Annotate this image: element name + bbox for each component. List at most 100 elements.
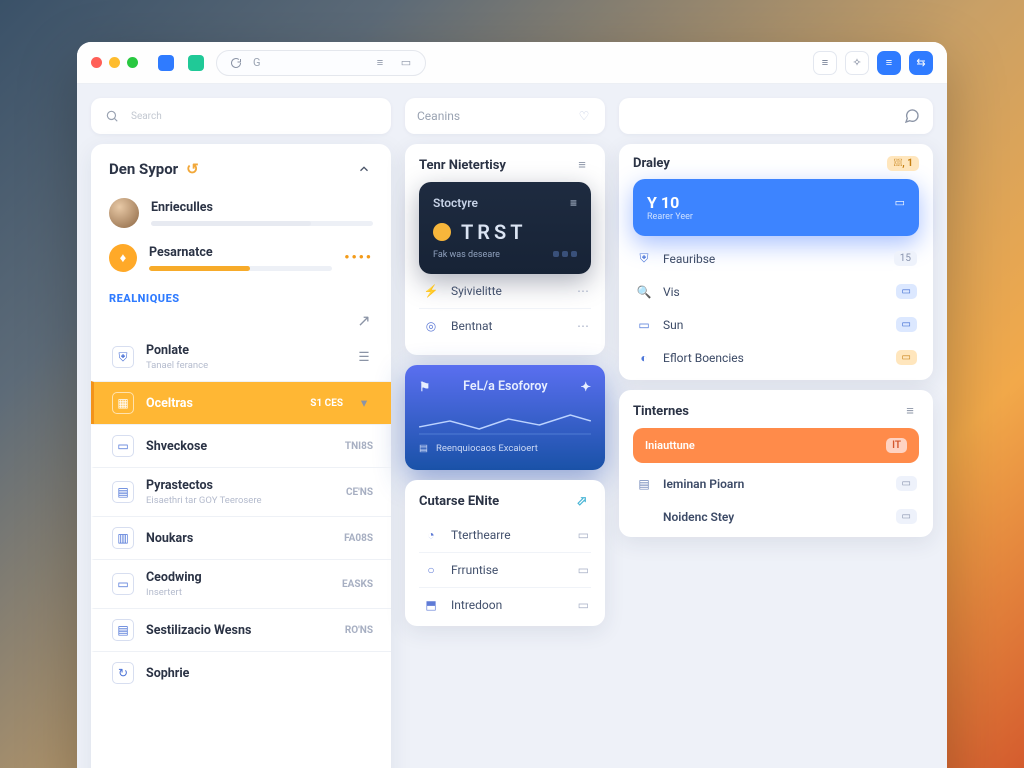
bottomcard-title: Tinternes	[633, 404, 689, 419]
right-list-row-0[interactable]: ⛨Feauribse15	[633, 242, 919, 275]
center-card1-title: Tenr Nietertisy	[419, 158, 506, 173]
center-search-placeholder: Ceanins	[417, 109, 460, 123]
nav-item-1[interactable]: ▦OceltrasS1 CES▾	[91, 381, 391, 424]
panel-title: Den Sypor	[109, 160, 178, 178]
traffic-lights	[91, 57, 138, 68]
toolbar-btn-2[interactable]: ✧	[845, 51, 869, 75]
row-label: Bentnat	[451, 319, 492, 333]
nav-icon: ▤	[112, 619, 134, 641]
bottomcard-menu-icon[interactable]: ≡	[901, 402, 919, 420]
nav-meta: RO'NS	[345, 625, 373, 636]
avatar	[109, 198, 139, 228]
close-dot[interactable]	[91, 57, 102, 68]
nav-meta: EASKS	[342, 579, 373, 590]
profile-row-2[interactable]: ♦ Pesarnatce ••••	[91, 236, 391, 280]
center-search[interactable]: Ceanins ♡	[405, 98, 605, 134]
nav-title: Oceltras	[146, 396, 298, 411]
row-icon: ▭	[635, 318, 653, 332]
row-end-icon: ▭	[578, 598, 589, 612]
menu-icon[interactable]: ≡	[371, 54, 389, 72]
nav-sub: Eisaethri tar GOY Teerosere	[146, 495, 334, 506]
nav-item-6[interactable]: ▤ Sestilizacio Wesns RO'NS	[91, 608, 391, 651]
center-list-row-1[interactable]: ◎Bentnat⋯	[419, 308, 591, 343]
bottom-card: Tinternes ≡ Iniauttune IT ▤Ieminan Pioar…	[619, 390, 933, 537]
right-column: Draley ■், 1 Y 10 ▭ Rearer Yeer ⛨Feaurib…	[619, 98, 933, 768]
row-label: Noidenc Stey	[663, 510, 734, 524]
row-label: Feauribse	[663, 252, 715, 266]
max-dot[interactable]	[127, 57, 138, 68]
chat-icon[interactable]	[903, 107, 921, 125]
row-icon: 🔍	[635, 285, 653, 299]
bottom-list-row-1[interactable]: Noidenc Stey▭	[633, 500, 919, 533]
min-dot[interactable]	[109, 57, 120, 68]
center-list-row-0[interactable]: ⚡Syivielitte⋯	[419, 274, 591, 308]
row-end-icon: ⋯	[577, 284, 589, 298]
profile2-name: Pesarnatce	[149, 245, 332, 260]
right-card-title: Draley	[633, 156, 670, 171]
send-icon[interactable]: ⬀	[573, 492, 591, 510]
app-window: G ≡ ▭ ≡ ✧ ≡ ⇆ Search Den Sypor ↺	[77, 42, 947, 768]
toolbar-btn-1[interactable]: ≡	[813, 51, 837, 75]
row-end-icon: ⋯	[577, 319, 589, 333]
row-badge: 15	[894, 251, 917, 266]
nav-item-0[interactable]: ⛨PonlateTanael ferance☰	[91, 333, 391, 381]
orange-strip[interactable]: Iniauttune IT	[633, 428, 919, 463]
nav-meta: CE'NS	[346, 487, 373, 498]
darkcard-menu-icon[interactable]: ≡	[570, 196, 577, 210]
row-badge: ▭	[896, 284, 917, 299]
nav-title: Sophrie	[146, 666, 361, 681]
row-end-icon: ▭	[578, 563, 589, 577]
toolbar-blue-1[interactable]: ≡	[877, 51, 901, 75]
center-column: Ceanins ♡ Tenr Nietertisy ≡ Stoctyre ≡	[405, 98, 605, 768]
nav-title: Noukars	[146, 531, 332, 546]
gradient-card[interactable]: ⚑ FeL/a Esoforoy ✦ ▤ Reenquiocaos Excaio…	[405, 365, 605, 470]
nav-title: Sestilizacio Wesns	[146, 623, 333, 638]
mini-chart	[419, 405, 591, 435]
bottom-list-row-0[interactable]: ▤Ieminan Pioarn▭	[633, 467, 919, 500]
profile-row-1[interactable]: Enrieculles	[91, 190, 391, 236]
right-search[interactable]	[619, 98, 933, 134]
panel-arrow-icon: ↺	[186, 160, 199, 178]
dark-card[interactable]: Stoctyre ≡ TRST Fak was deseare	[419, 182, 591, 274]
sidebar: Search Den Sypor ↺ Enrieculles	[91, 98, 391, 768]
center-bottom-row-2[interactable]: ⬒Intredoon▭	[419, 587, 591, 622]
section-action-icon[interactable]: ↗	[355, 311, 373, 329]
center-bottom-row-0[interactable]: ◔Tterthearre▭	[419, 518, 591, 552]
darkcard-foot: Fak was deseare	[433, 250, 500, 260]
flame-icon: ♦	[109, 244, 137, 272]
center-card-1: Tenr Nietertisy ≡ Stoctyre ≡ TRST Fak wa…	[405, 144, 605, 355]
row-icon: ▤	[635, 477, 653, 491]
nav-item-5[interactable]: ▭CeodwingInsertertEASKS	[91, 559, 391, 608]
rect-icon[interactable]: ▭	[397, 54, 415, 72]
right-list-row-2[interactable]: ▭Sun▭	[633, 308, 919, 341]
sidebar-panel: Den Sypor ↺ Enrieculles ♦	[91, 144, 391, 768]
center-bottom-row-1[interactable]: ○Frruntise▭	[419, 552, 591, 587]
right-list-row-3[interactable]: ◐Eflort Boencies▭	[633, 341, 919, 374]
nav-item-3[interactable]: ▤PyrastectosEisaethri tar GOY TeerosereC…	[91, 467, 391, 516]
bluecard-sub: Rearer Yeer	[647, 212, 905, 222]
content: Search Den Sypor ↺ Enrieculles	[77, 84, 947, 768]
app-icon-1	[158, 55, 174, 71]
row-badge: ▭	[896, 476, 917, 491]
blue-card[interactable]: Y 10 ▭ Rearer Yeer	[633, 179, 919, 236]
nav-icon: ▭	[112, 573, 134, 595]
gradcard-foot: Reenquiocaos Excaioert	[436, 443, 538, 454]
search-icon	[103, 107, 121, 125]
nav-meta: FA08S	[344, 533, 373, 544]
row-end-icon: ▭	[578, 528, 589, 542]
right-list-row-1[interactable]: 🔍Vis▭	[633, 275, 919, 308]
toolbar-blue-2[interactable]: ⇆	[909, 51, 933, 75]
card-menu-icon[interactable]: ≡	[573, 156, 591, 174]
nav-item-2[interactable]: ▭ShveckoseTNI8S	[91, 424, 391, 467]
orange-strip-badge: IT	[886, 438, 907, 453]
sidebar-search[interactable]: Search	[91, 98, 391, 134]
nav-meta: S1 CES	[310, 398, 343, 409]
heart-icon[interactable]: ♡	[575, 107, 593, 125]
right-card: Draley ■், 1 Y 10 ▭ Rearer Yeer ⛨Feaurib…	[619, 144, 933, 380]
profile2-dots: ••••	[344, 250, 373, 266]
collapse-icon[interactable]	[355, 160, 373, 178]
nav-title: Pyrastectos	[146, 478, 334, 493]
nav-item-4[interactable]: ▥NoukarsFA08S	[91, 516, 391, 559]
omnibox[interactable]: G ≡ ▭	[216, 50, 426, 76]
nav-item-7[interactable]: ↻Sophrie	[91, 651, 391, 694]
